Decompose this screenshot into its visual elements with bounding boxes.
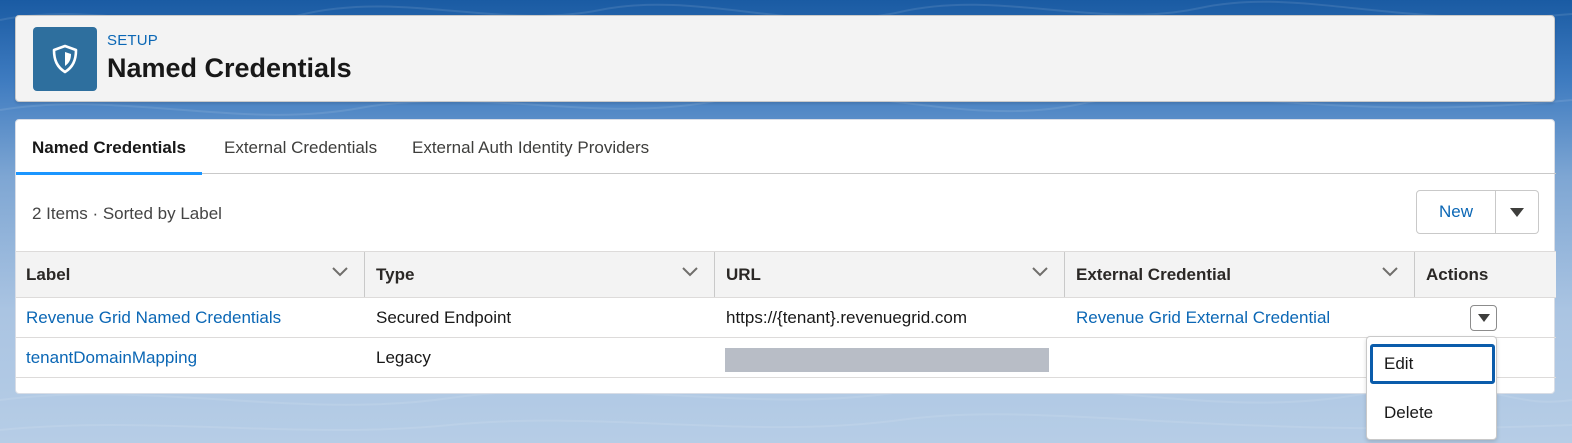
page-title: Named Credentials bbox=[107, 53, 352, 83]
column-header-actions: Actions bbox=[1416, 252, 1556, 297]
column-header-text: Actions bbox=[1426, 264, 1489, 284]
caret-down-icon bbox=[1510, 207, 1524, 217]
tab-external-auth-identity-providers[interactable]: External Auth Identity Providers bbox=[396, 120, 665, 174]
column-divider[interactable] bbox=[1064, 252, 1065, 297]
chevron-down-icon[interactable] bbox=[1382, 267, 1398, 277]
tab-bar: Named Credentials External Credentials E… bbox=[16, 120, 1556, 175]
more-actions-button[interactable] bbox=[1496, 190, 1539, 234]
external-credential-link[interactable]: Revenue Grid External Credential bbox=[1066, 298, 1330, 338]
credential-label-link[interactable]: tenantDomainMapping bbox=[16, 338, 197, 378]
tab-external-credentials[interactable]: External Credentials bbox=[208, 120, 393, 174]
column-header-type[interactable]: Type bbox=[366, 252, 714, 297]
menu-item-delete[interactable]: Delete bbox=[1370, 393, 1495, 433]
tab-named-credentials[interactable]: Named Credentials bbox=[16, 120, 202, 175]
chevron-down-icon[interactable] bbox=[1032, 267, 1048, 277]
column-header-text: Type bbox=[376, 264, 415, 284]
page-header: SETUP Named Credentials bbox=[15, 15, 1555, 102]
named-credentials-panel: Named Credentials External Credentials E… bbox=[15, 119, 1556, 394]
caret-down-icon bbox=[1477, 314, 1490, 322]
column-divider[interactable] bbox=[1414, 252, 1415, 297]
column-header-text: Label bbox=[26, 264, 71, 284]
credential-label-link[interactable]: Revenue Grid Named Credentials bbox=[16, 298, 281, 338]
column-header-text: External Credential bbox=[1076, 264, 1231, 284]
table-header: Label Type URL External Credential Actio… bbox=[16, 251, 1556, 298]
credential-url: https://{tenant}.revenuegrid.com bbox=[726, 308, 967, 327]
column-divider[interactable] bbox=[364, 252, 365, 297]
column-divider[interactable] bbox=[714, 252, 715, 297]
row-actions-menu: Edit Delete bbox=[1366, 336, 1497, 440]
credential-type: Legacy bbox=[376, 348, 431, 367]
chevron-down-icon[interactable] bbox=[682, 267, 698, 277]
column-header-url[interactable]: URL bbox=[716, 252, 1064, 297]
chevron-down-icon[interactable] bbox=[332, 267, 348, 277]
row-actions-button[interactable] bbox=[1470, 305, 1497, 331]
credential-type: Secured Endpoint bbox=[376, 308, 512, 327]
column-header-external-credential[interactable]: External Credential bbox=[1066, 252, 1414, 297]
column-header-label[interactable]: Label bbox=[16, 252, 364, 297]
shield-icon bbox=[33, 27, 97, 91]
list-summary: 2 Items · Sorted by Label bbox=[32, 204, 222, 223]
table-row: Revenue Grid Named Credentials Secured E… bbox=[16, 298, 1556, 338]
menu-item-edit[interactable]: Edit bbox=[1370, 344, 1495, 384]
column-header-text: URL bbox=[726, 264, 761, 284]
setup-breadcrumb[interactable]: SETUP bbox=[107, 32, 158, 49]
new-button-group: New bbox=[1416, 190, 1539, 234]
new-button[interactable]: New bbox=[1416, 190, 1496, 234]
redacted-url-bar bbox=[725, 348, 1049, 372]
table-row: tenantDomainMapping Legacy bbox=[16, 338, 1556, 378]
